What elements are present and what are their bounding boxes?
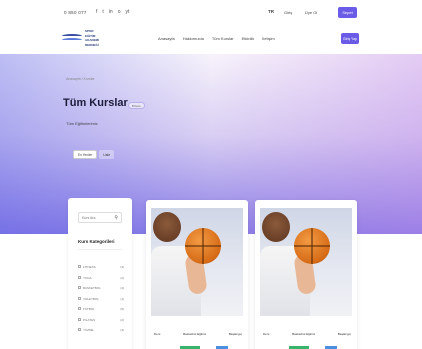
course-thumbnail[interactable]: [260, 208, 352, 316]
main-navbar: SPOR EĞİTİM AKADEMİ DERNEĞİ Anasayfa Hak…: [0, 28, 422, 54]
logo-wave-icon: [62, 33, 82, 43]
page-title: Tüm Kurslar: [63, 97, 128, 109]
course-thumbnail[interactable]: [151, 208, 243, 316]
course-meta: Ders Basketbol Eğitimi Başlangıç: [154, 332, 242, 336]
category-item[interactable]: YÜZME (3): [78, 325, 124, 336]
categories-heading: Kurs Kategorileri: [78, 239, 115, 244]
course-card[interactable]: Ders Basketbol Eğitimi Başlangıç: [146, 200, 248, 349]
site-logo[interactable]: SPOR EĞİTİM AKADEMİ DERNEĞİ: [62, 29, 99, 47]
course-type: Ders: [154, 332, 161, 336]
nav-links: Anasayfa Hakkımızda Tüm Kurslar Etkinlik…: [158, 36, 275, 41]
course-meta: Ders Basketbol Eğitimi Başlangıç: [263, 332, 351, 336]
categories-divider: [78, 249, 122, 250]
category-list: FITNESS (3) YOGA (2) BASKETBOL (4) VOLEYBOL…: [78, 262, 124, 336]
checkbox-icon: [78, 307, 81, 311]
language-selector[interactable]: TR: [268, 9, 274, 14]
nav-item-home[interactable]: Anasayfa: [158, 36, 175, 41]
checkbox-icon: [78, 265, 81, 269]
checkbox-icon: [78, 317, 81, 321]
course-count-badge: 8 Kurs: [128, 102, 145, 109]
course-filter-sidebar: Kurs Ara ⚲ Kurs Kategorileri FITNESS (3) …: [68, 198, 132, 349]
category-item[interactable]: FITNESS (3): [78, 262, 124, 273]
category-item[interactable]: PILATES (2): [78, 315, 124, 326]
nav-item-events[interactable]: Etkinlik: [242, 36, 255, 41]
checkbox-icon: [78, 275, 81, 279]
page-subtitle: Tüm Eğitimlerimiz: [66, 121, 98, 126]
course-search-input[interactable]: Kurs Ara ⚲: [78, 212, 122, 223]
course-type: Ders: [263, 332, 270, 336]
basketball-image: [294, 228, 330, 264]
nav-item-contact[interactable]: İletişim: [262, 36, 274, 41]
checkbox-icon: [78, 328, 81, 332]
cart-button[interactable]: Sepet: [338, 7, 357, 18]
course-level: Başlangıç: [337, 332, 351, 336]
search-icon[interactable]: ⚲: [114, 215, 118, 221]
top-bar: 0 850 077 f t in o yt TR Giriş Üye Ol Se…: [0, 0, 422, 28]
login-button[interactable]: Giriş Yap: [341, 33, 359, 44]
login-link[interactable]: Giriş: [284, 10, 292, 15]
instagram-icon[interactable]: o: [118, 9, 121, 15]
social-links: f t in o yt: [96, 9, 129, 15]
youtube-icon[interactable]: yt: [125, 9, 129, 15]
course-name[interactable]: Basketbol Eğitimi: [292, 332, 315, 336]
course-name[interactable]: Basketbol Eğitimi: [183, 332, 206, 336]
category-item[interactable]: VOLEYBOL (1): [78, 294, 124, 305]
category-item[interactable]: YOGA (2): [78, 273, 124, 284]
signup-link[interactable]: Üye Ol: [305, 10, 317, 15]
course-level: Başlangıç: [228, 332, 242, 336]
phone-number[interactable]: 0 850 077: [64, 10, 87, 15]
twitter-icon[interactable]: t: [102, 9, 103, 15]
nav-item-courses[interactable]: Tüm Kurslar: [212, 36, 234, 41]
facebook-icon[interactable]: f: [96, 9, 97, 15]
category-item[interactable]: FUTBOL (5): [78, 304, 124, 315]
logo-text: SPOR EĞİTİM AKADEMİ DERNEĞİ: [85, 29, 99, 47]
linkedin-icon[interactable]: in: [109, 9, 113, 15]
nav-item-about[interactable]: Hakkımızda: [183, 36, 204, 41]
checkbox-icon: [78, 286, 81, 290]
checkbox-icon: [78, 296, 81, 300]
list-view-button[interactable]: Liste: [99, 150, 115, 159]
sort-newest-button[interactable]: En Yeniler: [73, 150, 98, 159]
basketball-image: [185, 228, 221, 264]
category-item[interactable]: BASKETBOL (4): [78, 283, 124, 294]
breadcrumb[interactable]: Anasayfa / Kurslar: [66, 77, 95, 81]
sort-filter-group: En Yeniler Liste: [73, 150, 115, 159]
course-card[interactable]: Ders Basketbol Eğitimi Başlangıç: [255, 200, 357, 349]
